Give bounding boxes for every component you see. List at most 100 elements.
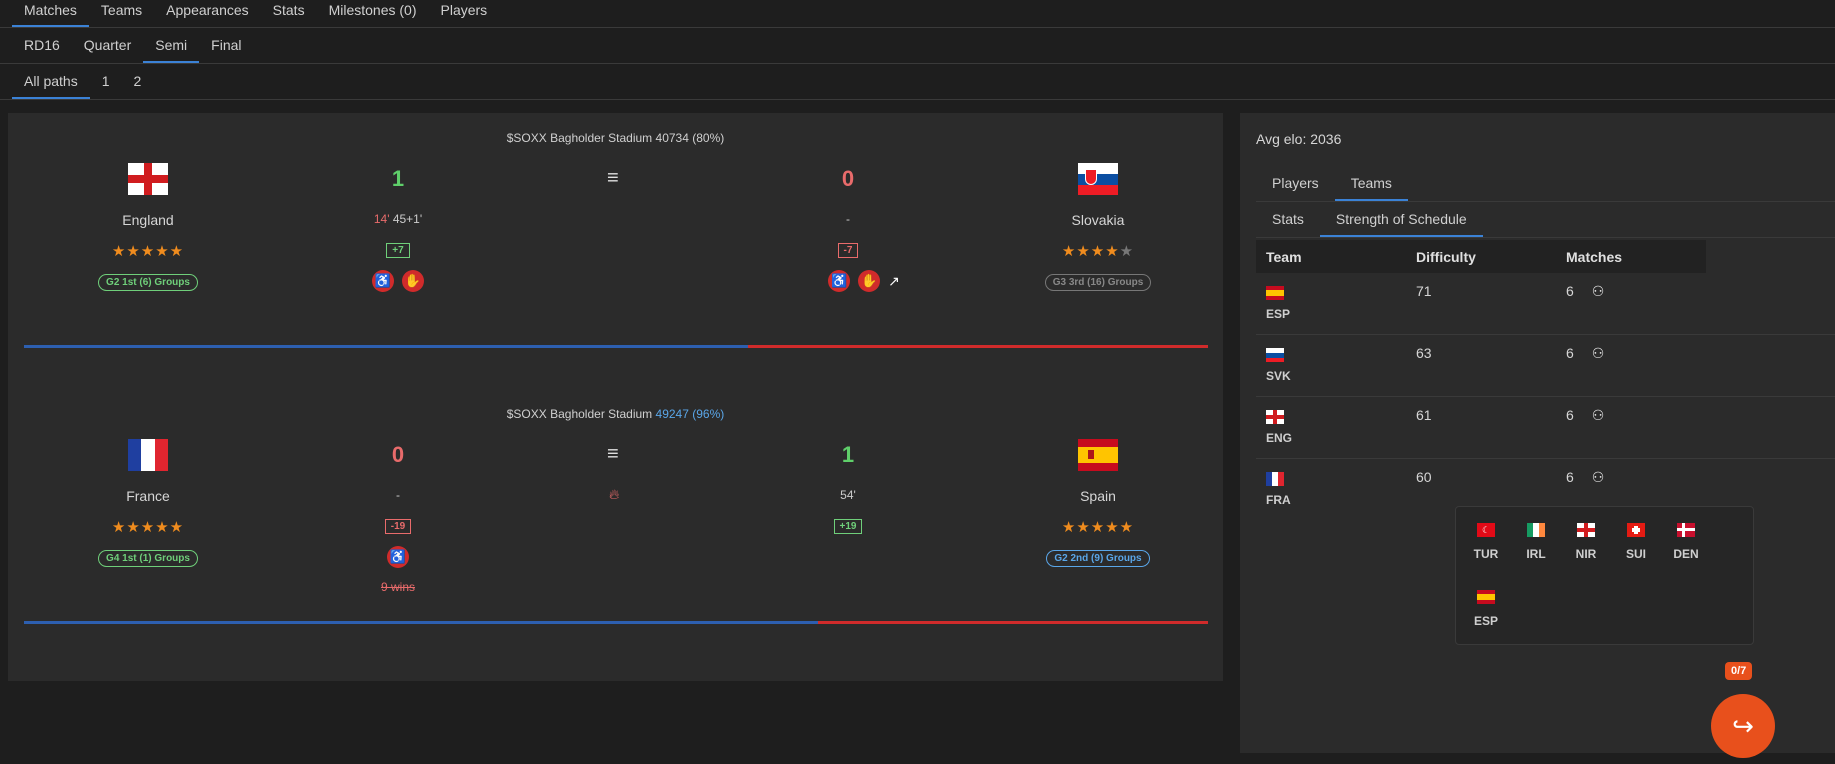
group-icon[interactable]: ⚇ bbox=[1592, 469, 1605, 486]
header-team[interactable]: Team bbox=[1256, 249, 1406, 265]
tab-path-2[interactable]: 2 bbox=[122, 64, 154, 99]
team-code: SVK bbox=[1266, 369, 1291, 383]
difficulty: 61 bbox=[1416, 407, 1432, 423]
win-probability-bar bbox=[24, 621, 1208, 624]
tab-appearances[interactable]: Appearances bbox=[154, 0, 261, 27]
elo-diff: -7 bbox=[837, 243, 859, 258]
tab-stats[interactable]: Stats bbox=[261, 0, 317, 27]
france-flag-icon bbox=[1266, 472, 1284, 486]
group-badge: G2 1st (6) Groups bbox=[98, 274, 198, 291]
tab-rd16[interactable]: RD16 bbox=[12, 28, 72, 63]
team-code: TUR bbox=[1473, 547, 1499, 561]
home-team: England ★★★★★ G2 1st (6) Groups bbox=[78, 163, 218, 291]
wheelchair-icon[interactable]: ♿ bbox=[828, 270, 851, 292]
attendance: 49247 (96%) bbox=[655, 407, 725, 421]
goal-times: 14' 45+1' bbox=[338, 212, 458, 228]
opponent-item[interactable]: SUI bbox=[1616, 523, 1656, 563]
tab-milestones[interactable]: Milestones (0) bbox=[317, 0, 429, 27]
tab-players[interactable]: Players bbox=[429, 0, 500, 27]
away-team: Slovakia ★★★★★ G3 3rd (16) Groups bbox=[1028, 163, 1168, 291]
away-probability bbox=[818, 621, 1208, 624]
header-matches[interactable]: Matches bbox=[1556, 249, 1706, 265]
menu-icon[interactable]: ≡ bbox=[607, 168, 625, 188]
table-header: Team Difficulty Matches bbox=[1256, 240, 1706, 273]
opponent-item[interactable]: NIR bbox=[1566, 523, 1606, 563]
main-tabs: Matches Teams Appearances Stats Mileston… bbox=[0, 0, 1835, 28]
slovakia-flag-icon bbox=[1266, 348, 1284, 362]
home-probability bbox=[24, 345, 748, 348]
tab-quarter[interactable]: Quarter bbox=[72, 28, 143, 63]
side-subtabs: Stats Strength of Schedule bbox=[1256, 201, 1835, 238]
team-rating: ★★★★★ bbox=[1028, 242, 1168, 260]
stadium-name: $SOXX Bagholder Stadium bbox=[506, 131, 653, 145]
team-code: FRA bbox=[1266, 493, 1291, 507]
away-score-col: 0 - -7 ♿ ✋ ↗ bbox=[788, 163, 908, 292]
goal-time-first: 14' bbox=[373, 212, 390, 226]
stadium-info: $SOXX Bagholder Stadium 49247 (96%) bbox=[8, 407, 1223, 421]
share-icon: ↪ bbox=[1732, 710, 1754, 741]
team-name[interactable]: Slovakia bbox=[1028, 212, 1168, 228]
tab-path-1[interactable]: 1 bbox=[90, 64, 122, 99]
win-probability-bar bbox=[24, 345, 1208, 348]
side-tabs: Players Teams bbox=[1256, 165, 1835, 202]
opponent-item[interactable]: IRL bbox=[1516, 523, 1556, 563]
elo-diff: +19 bbox=[833, 519, 863, 534]
away-team: Spain ★★★★★ G2 2nd (9) Groups bbox=[1028, 439, 1168, 567]
wheelchair-icon[interactable]: ♿ bbox=[387, 546, 409, 568]
share-button[interactable]: ↪ bbox=[1711, 694, 1775, 758]
northern-ireland-flag-icon bbox=[1577, 523, 1595, 537]
opponent-item[interactable]: DEN bbox=[1666, 523, 1706, 563]
side-panel: Avg elo: 2036 Players Teams Stats Streng… bbox=[1240, 113, 1835, 753]
team-name[interactable]: Spain bbox=[1028, 488, 1168, 504]
tab-all-paths[interactable]: All paths bbox=[12, 64, 90, 99]
tab-final[interactable]: Final bbox=[199, 28, 253, 63]
tab-matches[interactable]: Matches bbox=[12, 0, 89, 27]
round-tabs: RD16 Quarter Semi Final bbox=[0, 28, 1835, 64]
wheelchair-icon[interactable]: ♿ bbox=[372, 270, 394, 292]
glove-icon[interactable]: ✋ bbox=[858, 270, 881, 292]
tab-stats[interactable]: Stats bbox=[1256, 201, 1320, 237]
difficulty: 71 bbox=[1416, 283, 1432, 299]
tab-teams[interactable]: Teams bbox=[1334, 165, 1408, 201]
elo-diff: +7 bbox=[386, 243, 410, 258]
trending-up-icon[interactable]: ↗ bbox=[888, 273, 900, 290]
match-card: $SOXX Bagholder Stadium 40734 (80%) Engl… bbox=[8, 113, 1223, 389]
spain-flag-icon bbox=[1477, 590, 1495, 604]
progress-counter: 0/7 bbox=[1725, 662, 1753, 680]
opponent-item[interactable]: ☾ TUR bbox=[1466, 523, 1506, 563]
schedule-table: Team Difficulty Matches ESP 71 6 ⚇ SVK 63… bbox=[1256, 240, 1835, 521]
tab-semi[interactable]: Semi bbox=[143, 28, 200, 63]
stars-filled: ★★★★ bbox=[1061, 243, 1120, 260]
team-name[interactable]: France bbox=[78, 488, 218, 504]
group-icon[interactable]: ⚇ bbox=[1592, 345, 1605, 362]
opponent-item[interactable]: ESP bbox=[1466, 590, 1506, 630]
group-icon[interactable]: ⚇ bbox=[1592, 283, 1605, 300]
stars-empty: ★ bbox=[1119, 243, 1135, 260]
table-row[interactable]: SVK 63 6 ⚇ bbox=[1256, 335, 1835, 397]
tab-teams[interactable]: Teams bbox=[89, 0, 154, 27]
group-badge: G4 1st (1) Groups bbox=[98, 550, 198, 567]
glove-icon[interactable]: ✋ bbox=[402, 270, 424, 292]
team-name[interactable]: England bbox=[78, 212, 218, 228]
attendance: 40734 (80%) bbox=[655, 131, 725, 145]
header-difficulty[interactable]: Difficulty bbox=[1406, 249, 1556, 265]
tab-strength-of-schedule[interactable]: Strength of Schedule bbox=[1319, 201, 1483, 237]
home-team: France ★★★★★ G4 1st (1) Groups bbox=[78, 439, 218, 567]
table-row[interactable]: ENG 61 6 ⚇ bbox=[1256, 397, 1835, 459]
team-code: ESP bbox=[1473, 614, 1498, 628]
group-icon[interactable]: ⚇ bbox=[1592, 407, 1605, 424]
team-rating: ★★★★★ bbox=[111, 243, 185, 260]
group-badge: G3 3rd (16) Groups bbox=[1044, 274, 1152, 291]
matches-count: 6 bbox=[1566, 283, 1574, 299]
spain-flag-icon bbox=[1266, 286, 1284, 300]
table-row[interactable]: ESP 71 6 ⚇ bbox=[1256, 273, 1835, 335]
turkey-flag-icon: ☾ bbox=[1477, 523, 1495, 537]
stadium-name: $SOXX Bagholder Stadium bbox=[506, 407, 653, 421]
menu-icon[interactable]: ≡ bbox=[607, 444, 625, 464]
england-flag-icon bbox=[128, 163, 168, 195]
stadium-info: $SOXX Bagholder Stadium 40734 (80%) bbox=[8, 131, 1223, 145]
matches-count: 6 bbox=[1566, 345, 1574, 361]
away-score-col: 1 54' +19 bbox=[788, 439, 908, 534]
home-score: 0 bbox=[391, 442, 405, 467]
tab-players[interactable]: Players bbox=[1256, 165, 1335, 201]
